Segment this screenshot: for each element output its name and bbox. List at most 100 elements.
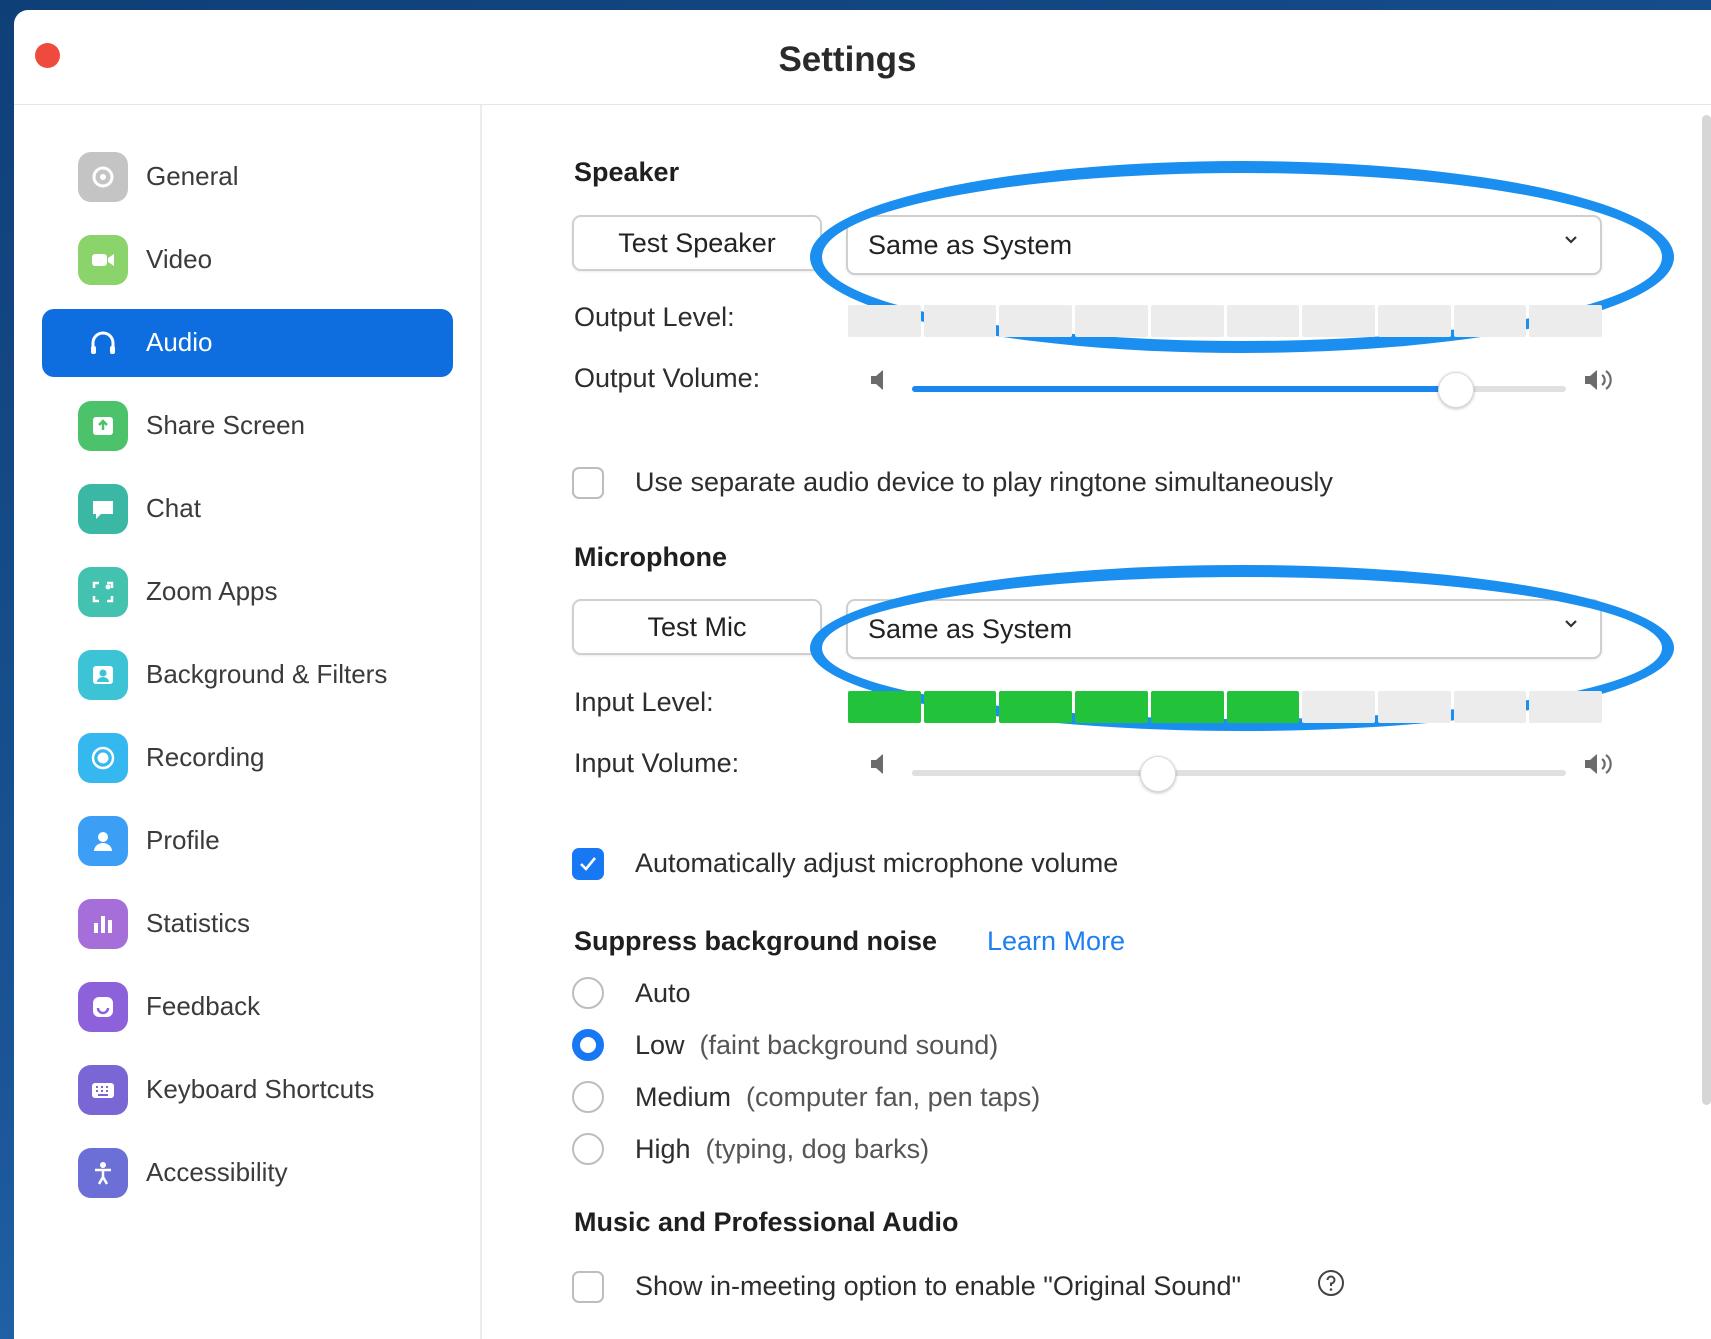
meter-segment	[1529, 691, 1603, 723]
background-person-icon	[78, 650, 128, 700]
sidebar-item-label: Zoom Apps	[146, 576, 278, 606]
noise-option-medium-radio[interactable]	[572, 1081, 604, 1113]
settings-sidebar: General Video Audio Share Screen Chat Zo…	[14, 105, 482, 1339]
meter-segment	[1075, 305, 1148, 337]
noise-option-low-radio[interactable]	[572, 1029, 604, 1061]
slider-knob[interactable]	[1140, 756, 1177, 792]
meter-segment	[1377, 305, 1451, 337]
headphones-icon	[78, 318, 128, 368]
noise-option-medium-label: Medium (computer fan, pen taps)	[635, 1082, 1041, 1112]
volume-high-icon	[1585, 370, 1612, 390]
input-volume-label: Input Volume:	[574, 748, 740, 778]
noise-option-high-radio[interactable]	[572, 1133, 604, 1165]
sidebar-item-label: General	[146, 161, 239, 191]
original-sound-label: Show in-meeting option to enable "Origin…	[635, 1271, 1242, 1301]
sidebar-item-zoom-apps[interactable]: Zoom Apps	[42, 558, 453, 626]
sidebar-item-share-screen[interactable]: Share Screen	[42, 392, 453, 460]
volume-high-icon	[1585, 754, 1612, 774]
chevron-down-icon	[1565, 236, 1577, 244]
auto-adjust-volume-label: Automatically adjust microphone volume	[635, 848, 1119, 878]
noise-option-high-label: High (typing, dog barks)	[635, 1134, 930, 1164]
sidebar-item-feedback[interactable]: Feedback	[42, 973, 453, 1041]
scrollbar[interactable]	[1702, 115, 1711, 1105]
sidebar-item-label: Audio	[146, 327, 213, 357]
chat-bubble-icon	[78, 484, 128, 534]
keyboard-icon	[78, 1065, 128, 1115]
separate-device-label: Use separate audio device to play ringto…	[635, 467, 1333, 497]
meter-segment	[1529, 305, 1603, 337]
noise-suppression-heading: Suppress background noise	[574, 926, 938, 956]
share-screen-icon	[78, 401, 128, 451]
sidebar-item-label: Video	[146, 244, 213, 274]
chevron-down-icon	[1565, 620, 1577, 628]
sidebar-item-keyboard-shortcuts[interactable]: Keyboard Shortcuts	[42, 1056, 453, 1124]
meter-segment	[1453, 305, 1527, 337]
sidebar-item-label: Statistics	[146, 908, 251, 938]
speaker-heading: Speaker	[574, 157, 680, 187]
sidebar-item-label: Keyboard Shortcuts	[146, 1074, 375, 1104]
meter-segment	[1302, 691, 1375, 723]
speaker-device-select[interactable]: Same as System	[846, 215, 1602, 275]
slider-fill	[912, 386, 1455, 392]
sidebar-item-statistics[interactable]: Statistics	[42, 890, 453, 958]
sidebar-item-audio[interactable]: Audio	[42, 309, 453, 377]
output-volume-label: Output Volume:	[574, 363, 761, 393]
meter-segment	[1150, 305, 1224, 337]
sidebar-item-video[interactable]: Video	[42, 226, 453, 294]
meter-segment	[1226, 691, 1300, 723]
smiley-icon	[78, 982, 128, 1032]
sidebar-item-label: Share Screen	[146, 410, 305, 440]
slider-fill	[912, 770, 1158, 776]
meter-segment	[923, 305, 997, 337]
sidebar-item-profile[interactable]: Profile	[42, 807, 453, 875]
output-level-label: Output Level:	[574, 302, 735, 332]
settings-window: Settings General Video Audio Share Scree…	[14, 10, 1711, 1339]
meter-segment	[999, 691, 1073, 723]
sidebar-item-chat[interactable]: Chat	[42, 475, 453, 543]
learn-more-link[interactable]: Learn More	[987, 926, 1125, 957]
meter-segment	[1226, 305, 1300, 337]
checkmark-icon	[580, 857, 597, 871]
bar-chart-icon	[78, 899, 128, 949]
input-level-label: Input Level:	[574, 687, 714, 717]
test-speaker-button[interactable]: Test Speaker	[572, 215, 822, 271]
title-bar: Settings	[14, 10, 1711, 105]
sidebar-item-background-filters[interactable]: Background & Filters	[42, 641, 453, 709]
microphone-device-select[interactable]: Same as System	[846, 599, 1602, 659]
sidebar-item-label: Feedback	[146, 991, 261, 1021]
person-icon	[78, 816, 128, 866]
meter-segment	[1453, 691, 1527, 723]
meter-segment	[848, 691, 921, 723]
meter-segment	[1377, 691, 1451, 723]
sidebar-item-recording[interactable]: Recording	[42, 724, 453, 792]
sidebar-item-general[interactable]: General	[42, 143, 453, 211]
noise-option-auto-radio[interactable]	[572, 977, 604, 1009]
noise-option-auto-label: Auto	[635, 978, 691, 1008]
video-camera-icon	[78, 235, 128, 285]
audio-settings-panel: Speaker Test Speaker Same as System Outp…	[482, 105, 1711, 1339]
meter-segment	[923, 691, 997, 723]
sidebar-item-label: Profile	[146, 825, 220, 855]
slider-knob[interactable]	[1437, 372, 1474, 408]
apps-icon	[78, 567, 128, 617]
output-level-meter	[848, 305, 1603, 337]
sidebar-item-accessibility[interactable]: Accessibility	[42, 1139, 453, 1207]
auto-adjust-volume-checkbox[interactable]	[572, 848, 604, 880]
sidebar-item-label: Accessibility	[146, 1157, 288, 1187]
separate-device-checkbox[interactable]	[572, 467, 604, 499]
meter-segment	[848, 305, 921, 337]
music-professional-audio-heading: Music and Professional Audio	[574, 1207, 959, 1237]
volume-low-icon	[871, 754, 883, 774]
output-volume-slider[interactable]	[912, 369, 1566, 409]
noise-option-low-label: Low (faint background sound)	[635, 1030, 999, 1060]
help-question-icon[interactable]	[1316, 1268, 1346, 1298]
meter-segment	[999, 305, 1073, 337]
accessibility-icon	[78, 1148, 128, 1198]
original-sound-checkbox[interactable]	[572, 1271, 604, 1303]
input-volume-slider[interactable]	[912, 753, 1566, 793]
window-title: Settings	[778, 40, 917, 79]
input-level-meter	[848, 691, 1603, 723]
sidebar-item-label: Background & Filters	[146, 659, 388, 689]
test-mic-button[interactable]: Test Mic	[572, 599, 822, 655]
meter-segment	[1150, 691, 1224, 723]
